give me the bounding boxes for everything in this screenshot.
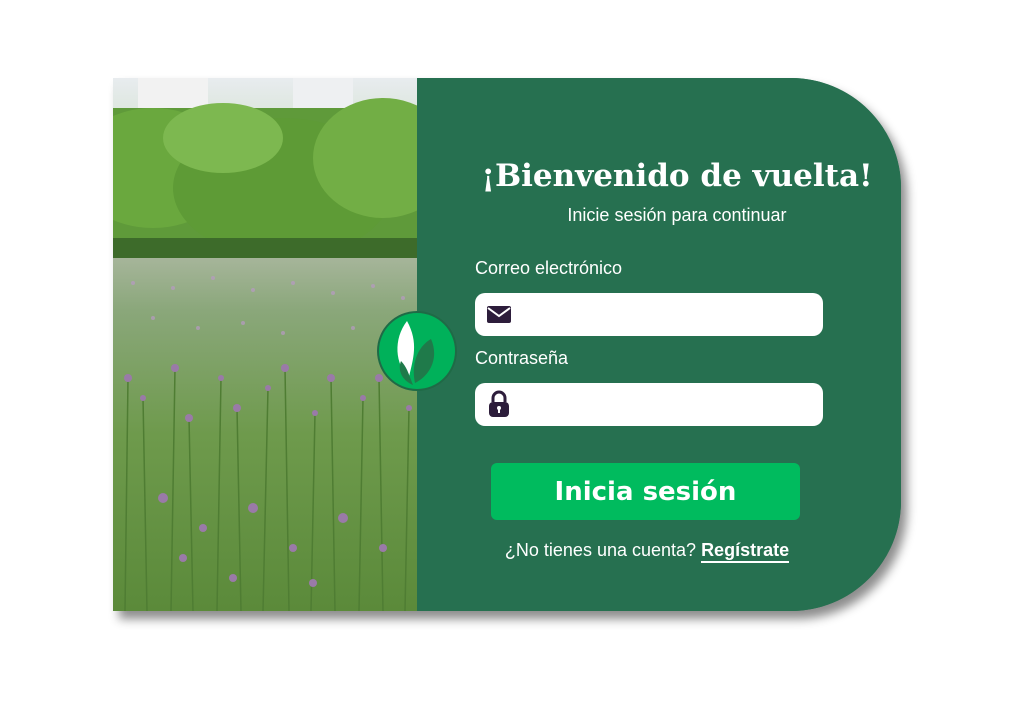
signup-prompt-text: ¿No tienes una cuenta? bbox=[504, 540, 697, 560]
password-label: Contraseña bbox=[475, 348, 569, 368]
leaf-logo-icon bbox=[379, 313, 455, 389]
email-field[interactable] bbox=[475, 293, 823, 338]
page-title: ¡Bienvenido de vuelta! bbox=[481, 158, 873, 194]
leaf-icon bbox=[397, 321, 435, 385]
email-input[interactable] bbox=[525, 293, 814, 338]
login-card: ¡Bienvenido de vuelta! Inicie sesión par… bbox=[113, 78, 901, 611]
signup-prompt: ¿No tienes una cuenta? Regístrate bbox=[417, 540, 877, 563]
email-label: Correo electrónico bbox=[475, 258, 623, 278]
login-button[interactable]: Inicia sesión bbox=[491, 463, 800, 520]
login-panel: ¡Bienvenido de vuelta! Inicie sesión par… bbox=[417, 78, 901, 611]
password-input[interactable] bbox=[525, 383, 814, 428]
password-field[interactable] bbox=[475, 383, 823, 428]
meadow-photo bbox=[113, 78, 417, 611]
lock-icon bbox=[489, 390, 509, 417]
signup-link[interactable]: Regístrate bbox=[701, 540, 790, 563]
meadow-illustration bbox=[113, 78, 417, 611]
envelope-icon bbox=[487, 306, 511, 323]
page-subtitle: Inicie sesión para continuar bbox=[567, 205, 787, 225]
